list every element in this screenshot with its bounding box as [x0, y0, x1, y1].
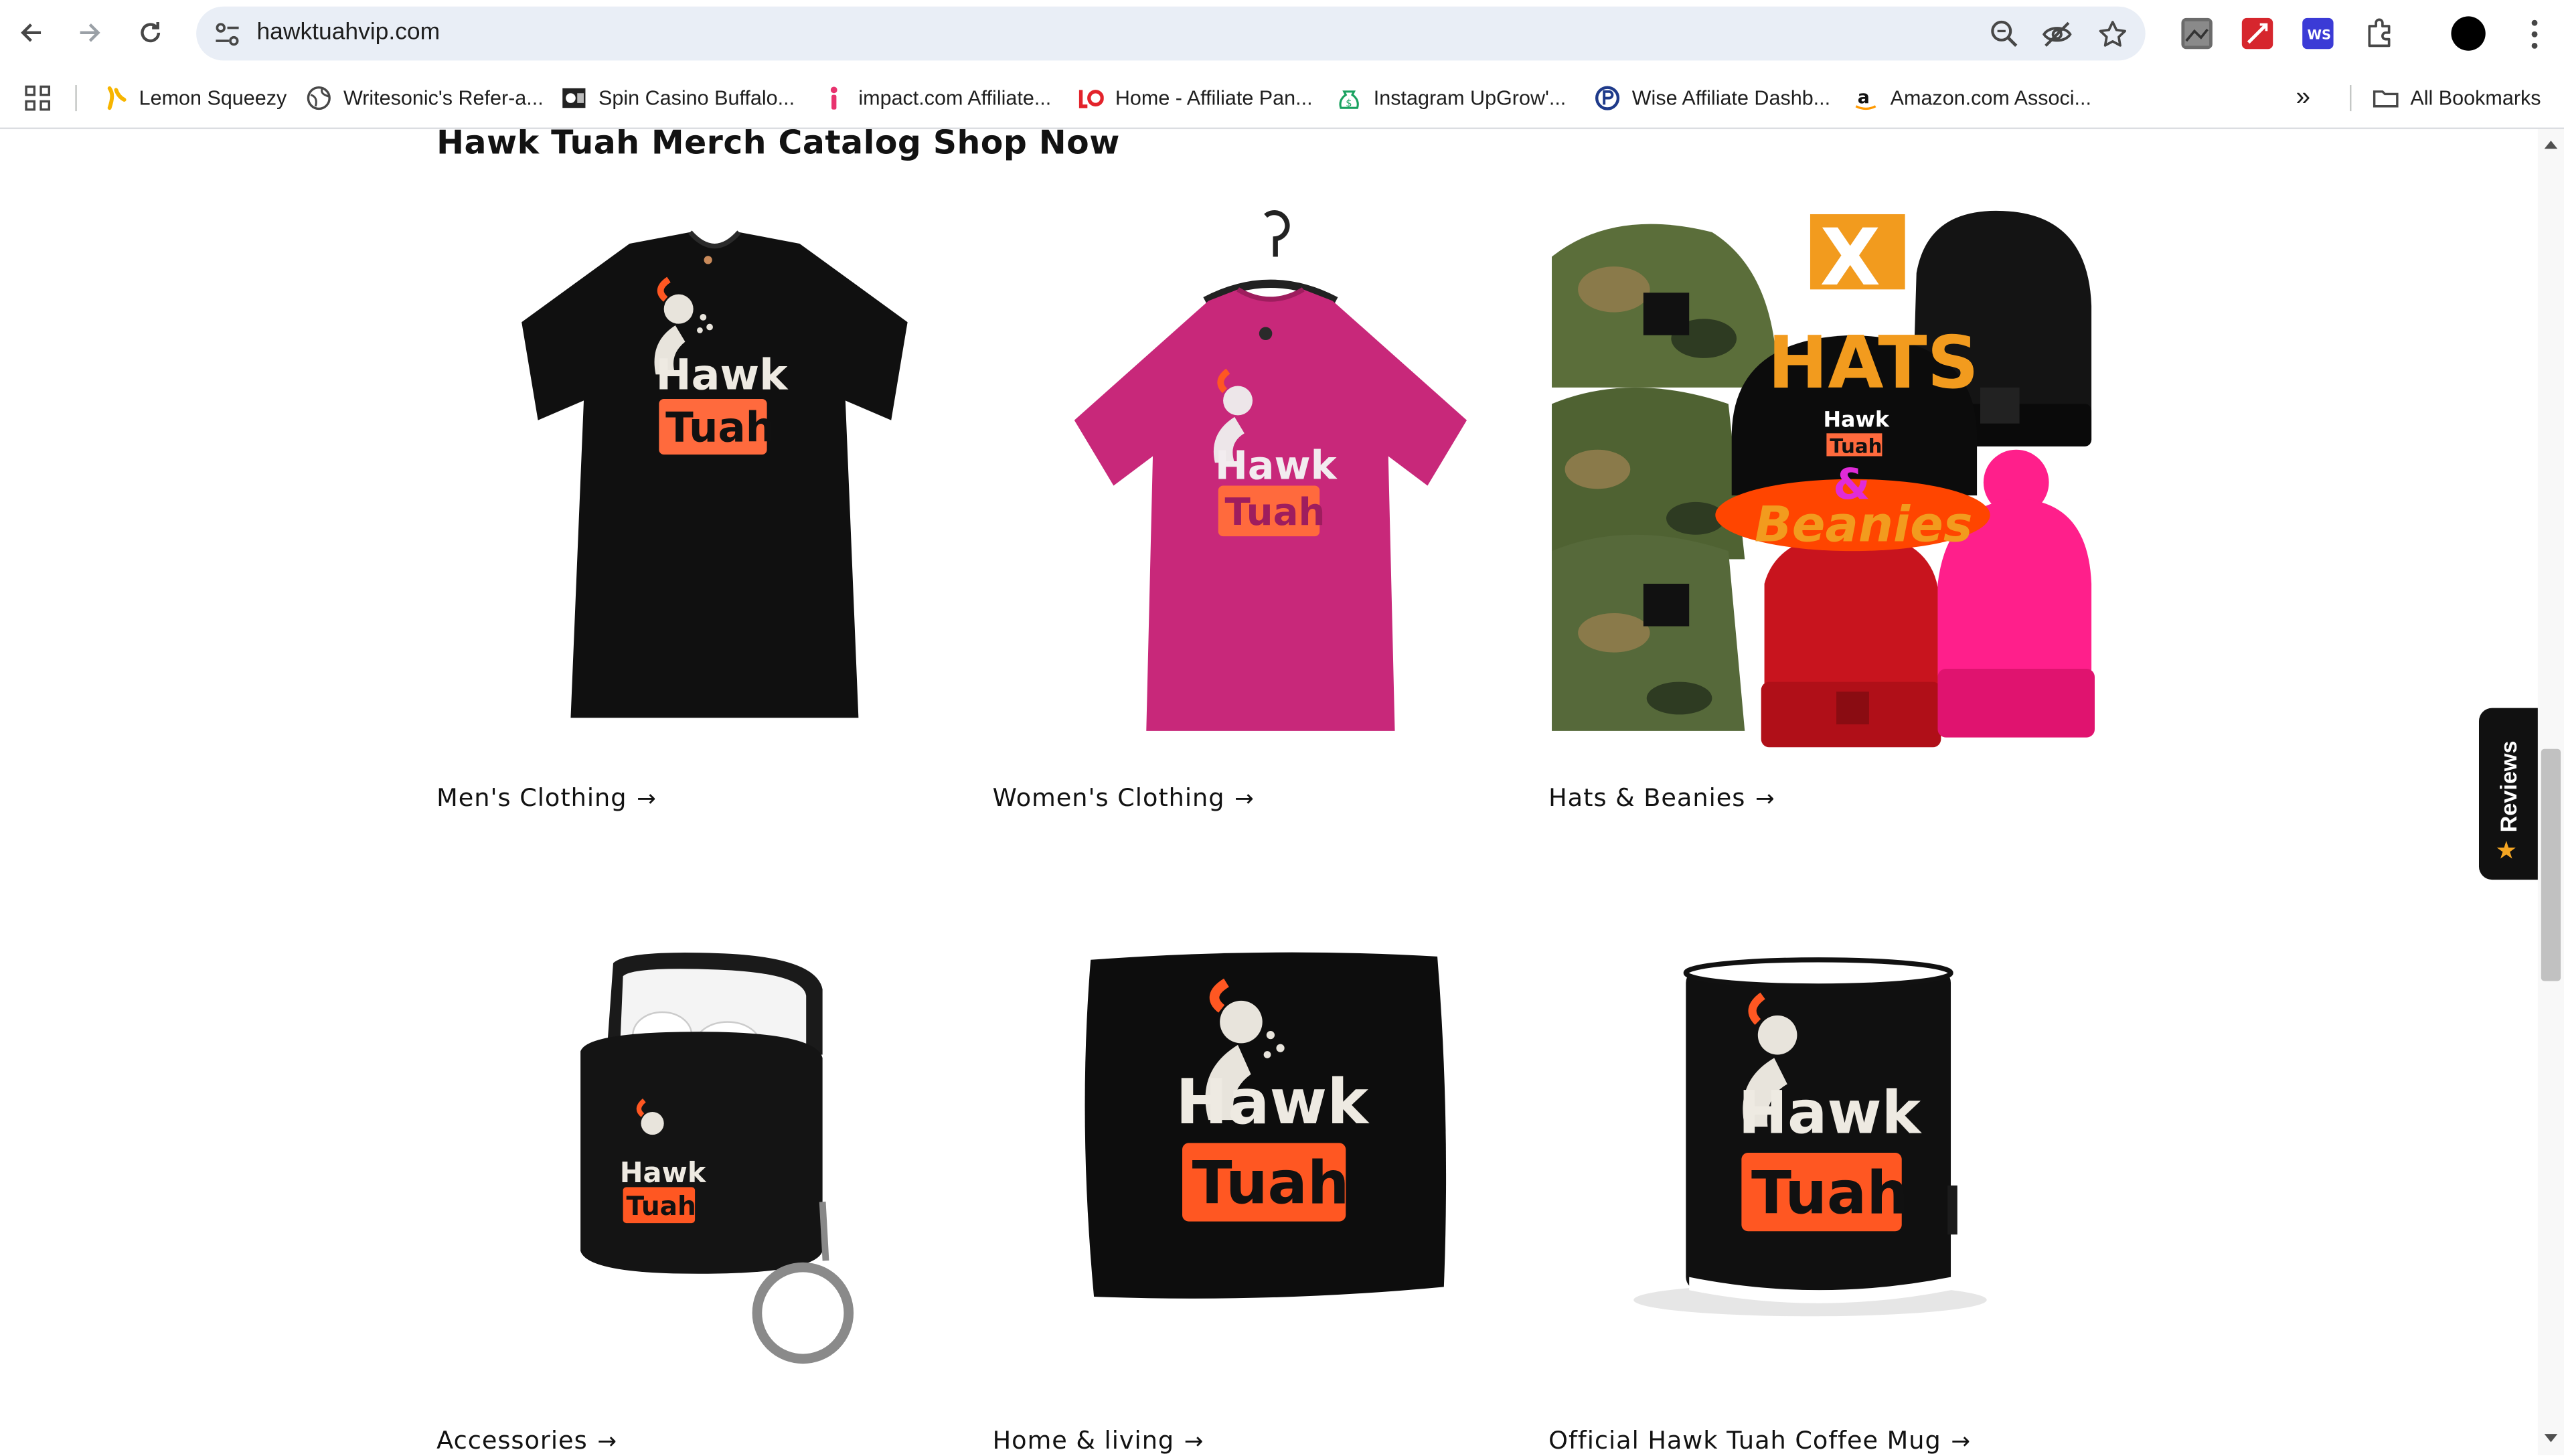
womens-tshirt-image[interactable]: Hawk Tuah — [993, 208, 1548, 763]
coffee-mug-link[interactable]: Official Hawk Tuah Coffee Mug → — [1548, 1426, 1971, 1455]
logo-word-hawk: Hawk — [1824, 408, 1890, 432]
bookmarks-divider-right — [2350, 85, 2352, 112]
extension-ws-icon[interactable]: WS — [2302, 17, 2334, 50]
airpods-case-image[interactable]: Hawk Tuah — [436, 940, 992, 1455]
arrow-right-icon: → — [597, 1429, 617, 1455]
bookmark-wise-affiliate[interactable]: Wise Affiliate Dashb... — [1595, 82, 1830, 114]
profile-avatar[interactable] — [2451, 16, 2486, 51]
arrow-right-icon: → — [1951, 1429, 1972, 1455]
bookmark-amazon-associates[interactable]: a Amazon.com Associ... — [1852, 82, 2091, 114]
arrow-right-icon: → — [1184, 1429, 1204, 1455]
browser-menu-icon[interactable] — [2530, 18, 2540, 51]
zoom-icon[interactable] — [1988, 18, 2021, 51]
lo-brand-icon — [1078, 90, 1104, 108]
home-living-link[interactable]: Home & living → — [993, 1426, 1204, 1455]
folder-icon — [2373, 90, 2399, 108]
svg-text:WS: WS — [2308, 27, 2332, 43]
womens-clothing-link[interactable]: Women's Clothing → — [993, 783, 1255, 813]
catalog-heading: Hawk Tuah Merch Catalog Shop Now — [436, 129, 1120, 162]
logo-word-tuah: Tuah — [1225, 491, 1326, 534]
promo-hats-word: HATS — [1767, 321, 1978, 405]
reload-icon[interactable] — [131, 13, 170, 53]
hats-beanies-link[interactable]: Hats & Beanies → — [1548, 783, 1775, 813]
apps-grid-icon[interactable] — [25, 85, 51, 111]
casino-icon — [562, 88, 586, 108]
wise-icon — [1595, 86, 1620, 110]
bookmark-writesonic[interactable]: Writesonic's Refer-a... — [306, 82, 544, 114]
address-bar[interactable]: hawktuahvip.com — [196, 6, 2146, 61]
hats-beanies-collage-image[interactable]: X HATS Hawk Tuah & Beanies — [1548, 208, 2104, 763]
accessories-link[interactable]: Accessories → — [436, 1426, 617, 1455]
logo-word-hawk: Hawk — [1215, 443, 1338, 489]
back-icon[interactable] — [11, 13, 51, 53]
amazon-icon: a — [1855, 87, 1876, 110]
bookmarks-divider — [75, 85, 77, 112]
lemon-squeezy-icon — [107, 86, 127, 110]
logo-word-hawk: Hawk — [1738, 1078, 1922, 1147]
extension-red-icon[interactable] — [2241, 17, 2273, 50]
url-text[interactable]: hawktuahvip.com — [256, 19, 440, 46]
eye-off-icon[interactable] — [2040, 18, 2073, 51]
arrow-right-icon: → — [1234, 786, 1255, 813]
logo-word-tuah: Tuah — [665, 404, 775, 452]
coffee-mug-image[interactable]: Hawk Tuah — [1548, 940, 2104, 1455]
reviews-label: Reviews — [2495, 740, 2522, 833]
mens-clothing-link[interactable]: Men's Clothing → — [436, 783, 657, 813]
logo-word-tuah: Tuah — [1192, 1149, 1350, 1218]
scrollbar-thumb[interactable] — [2541, 748, 2561, 981]
logo-word-tuah: Tuah — [1751, 1158, 1909, 1227]
bookmarks-bar: Lemon Squeezy Writesonic's Refer-a... Sp… — [0, 68, 2564, 129]
arrow-right-icon: → — [637, 786, 657, 813]
logo-word-hawk: Hawk — [1176, 1066, 1370, 1138]
promo-x-mark: X — [1820, 212, 1880, 303]
logo-word-tuah: Tuah — [1830, 435, 1882, 458]
star-icon: ★ — [2495, 837, 2518, 866]
logo-word-tuah: Tuah — [627, 1192, 696, 1222]
logo-word-hawk: Hawk — [655, 349, 789, 399]
scroll-up-arrow-icon[interactable] — [2543, 137, 2559, 151]
bookmark-star-icon[interactable] — [2096, 18, 2129, 51]
extensions-puzzle-icon[interactable] — [2363, 16, 2396, 49]
forward-icon[interactable] — [70, 13, 110, 53]
svg-text:$: $ — [1346, 98, 1352, 109]
bookmark-spin-casino[interactable]: Spin Casino Buffalo... — [561, 82, 795, 114]
bookmark-affiliate-panel[interactable]: Home - Affiliate Pan... — [1078, 82, 1313, 114]
pillow-image[interactable]: Hawk Tuah — [993, 940, 1548, 1455]
bookmark-instagram-upgrow[interactable]: $ Instagram UpGrow'... — [1336, 82, 1566, 114]
mens-tshirt-image[interactable]: Hawk Tuah — [436, 208, 992, 763]
bookmark-lemon-squeezy[interactable]: Lemon Squeezy — [101, 82, 287, 114]
browser-toolbar: hawktuahvip.com WS — [0, 0, 2564, 69]
bookmark-impact[interactable]: impact.com Affiliate... — [821, 82, 1051, 114]
impact-icon — [830, 86, 837, 110]
more-bookmarks-chevron-icon[interactable]: » — [2296, 82, 2310, 114]
svg-text:a: a — [1858, 87, 1870, 108]
reviews-tab[interactable]: Reviews ★ — [2478, 708, 2538, 880]
page-content: Hawk Tuah Merch Catalog Shop Now Hawk Tu… — [0, 129, 2538, 1455]
scroll-down-arrow-icon[interactable] — [2543, 1433, 2559, 1446]
extension-avatar-icon[interactable] — [2181, 17, 2213, 50]
site-settings-icon[interactable] — [213, 19, 242, 49]
promo-beanies-word: Beanies — [1755, 497, 1973, 554]
all-bookmarks-folder[interactable]: All Bookmarks — [2373, 82, 2541, 114]
logo-word-hawk: Hawk — [620, 1156, 707, 1189]
money-bag-icon: $ — [1339, 90, 1359, 109]
globe-icon — [307, 86, 331, 110]
arrow-right-icon: → — [1755, 786, 1775, 813]
